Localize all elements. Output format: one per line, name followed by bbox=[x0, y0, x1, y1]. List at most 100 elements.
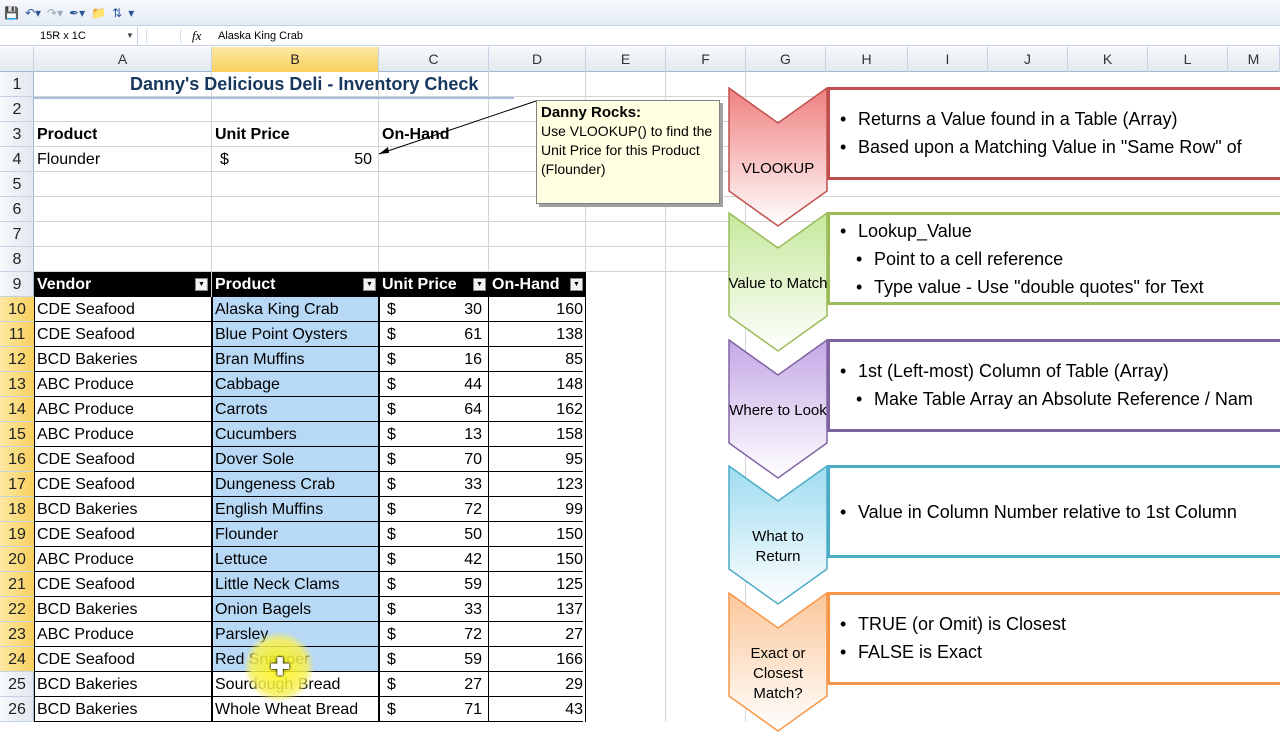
table-cell-vendor[interactable]: ABC Produce bbox=[34, 372, 211, 397]
table-cell-unit-price[interactable]: 59 bbox=[379, 572, 482, 597]
table-cell-vendor[interactable]: CDE Seafood bbox=[34, 647, 211, 672]
row-header-6[interactable]: 6 bbox=[0, 197, 34, 222]
table-cell-product[interactable]: Cabbage bbox=[212, 372, 378, 397]
table-cell-vendor[interactable]: CDE Seafood bbox=[34, 447, 211, 472]
table-cell-product[interactable]: Cucumbers bbox=[212, 422, 378, 447]
table-cell-product[interactable]: Flounder bbox=[212, 522, 378, 547]
table-cell-on-hand[interactable]: 85 bbox=[489, 347, 583, 372]
row-header-8[interactable]: 8 bbox=[0, 247, 34, 272]
row-header-18[interactable]: 18 bbox=[0, 497, 34, 522]
row-header-15[interactable]: 15 bbox=[0, 422, 34, 447]
table-cell-unit-price[interactable]: 50 bbox=[379, 522, 482, 547]
table-cell-vendor[interactable]: CDE Seafood bbox=[34, 522, 211, 547]
column-header-m[interactable]: M bbox=[1228, 47, 1280, 72]
table-cell-vendor[interactable]: ABC Produce bbox=[34, 622, 211, 647]
column-header-h[interactable]: H bbox=[826, 47, 908, 72]
table-cell-product[interactable]: Little Neck Clams bbox=[212, 572, 378, 597]
table-cell-unit-price[interactable]: 30 bbox=[379, 297, 482, 322]
row-header-20[interactable]: 20 bbox=[0, 547, 34, 572]
table-cell-vendor[interactable]: ABC Produce bbox=[34, 397, 211, 422]
table-cell-on-hand[interactable]: 95 bbox=[489, 447, 583, 472]
table-cell-unit-price[interactable]: 33 bbox=[379, 472, 482, 497]
row-header-23[interactable]: 23 bbox=[0, 622, 34, 647]
save-icon[interactable]: 💾 bbox=[4, 6, 19, 20]
table-cell-unit-price[interactable]: 72 bbox=[379, 497, 482, 522]
table-cell-on-hand[interactable]: 158 bbox=[489, 422, 583, 447]
open-folder-icon[interactable]: 📁 bbox=[91, 6, 106, 20]
row-header-16[interactable]: 16 bbox=[0, 447, 34, 472]
row-header-10[interactable]: 10 bbox=[0, 297, 34, 322]
row-header-14[interactable]: 14 bbox=[0, 397, 34, 422]
table-cell-on-hand[interactable]: 166 bbox=[489, 647, 583, 672]
table-cell-product[interactable]: English Muffins bbox=[212, 497, 378, 522]
table-cell-unit-price[interactable]: 27 bbox=[379, 672, 482, 697]
row-header-26[interactable]: 26 bbox=[0, 697, 34, 722]
table-cell-vendor[interactable]: CDE Seafood bbox=[34, 472, 211, 497]
format-painter-icon[interactable]: ✒▾ bbox=[69, 6, 85, 20]
formula-input[interactable]: Alaska King Crab bbox=[218, 27, 303, 45]
table-cell-on-hand[interactable]: 27 bbox=[489, 622, 583, 647]
sort-icon[interactable]: ⇅ bbox=[112, 6, 122, 20]
row-header-21[interactable]: 21 bbox=[0, 572, 34, 597]
redo-icon[interactable]: ↷▾ bbox=[47, 6, 63, 20]
undo-icon[interactable]: ↶▾ bbox=[25, 6, 41, 20]
column-header-g[interactable]: G bbox=[746, 47, 826, 72]
table-cell-vendor[interactable]: ABC Produce bbox=[34, 422, 211, 447]
filter-dropdown-icon[interactable]: ▼ bbox=[570, 278, 583, 291]
table-cell-unit-price[interactable]: 59 bbox=[379, 647, 482, 672]
header-unit-price-label[interactable]: Unit Price bbox=[215, 122, 290, 147]
row-header-2[interactable]: 2 bbox=[0, 97, 34, 122]
table-cell-on-hand[interactable]: 123 bbox=[489, 472, 583, 497]
table-header-product[interactable]: Product bbox=[212, 272, 379, 297]
table-cell-product[interactable]: Dungeness Crab bbox=[212, 472, 378, 497]
table-header-vendor[interactable]: Vendor bbox=[34, 272, 211, 297]
row-header-9[interactable]: 9 bbox=[0, 272, 34, 297]
row-header-4[interactable]: 4 bbox=[0, 147, 34, 172]
table-cell-product[interactable]: Blue Point Oysters bbox=[212, 322, 378, 347]
table-cell-unit-price[interactable]: 13 bbox=[379, 422, 482, 447]
table-cell-on-hand[interactable]: 43 bbox=[489, 697, 583, 722]
table-cell-unit-price[interactable]: 61 bbox=[379, 322, 482, 347]
table-cell-product[interactable]: Onion Bagels bbox=[212, 597, 378, 622]
lookup-product-cell[interactable]: Flounder bbox=[37, 147, 100, 172]
table-cell-unit-price[interactable]: 33 bbox=[379, 597, 482, 622]
row-header-5[interactable]: 5 bbox=[0, 172, 34, 197]
table-cell-unit-price[interactable]: 44 bbox=[379, 372, 482, 397]
table-cell-on-hand[interactable]: 148 bbox=[489, 372, 583, 397]
column-header-d[interactable]: D bbox=[489, 47, 586, 72]
table-cell-on-hand[interactable]: 125 bbox=[489, 572, 583, 597]
table-cell-vendor[interactable]: BCD Bakeries bbox=[34, 672, 211, 697]
column-header-f[interactable]: F bbox=[666, 47, 746, 72]
row-header-25[interactable]: 25 bbox=[0, 672, 34, 697]
column-header-a[interactable]: A bbox=[34, 47, 212, 72]
table-cell-unit-price[interactable]: 72 bbox=[379, 622, 482, 647]
table-cell-on-hand[interactable]: 150 bbox=[489, 547, 583, 572]
table-cell-on-hand[interactable]: 138 bbox=[489, 322, 583, 347]
name-box[interactable]: 15R x 1C bbox=[0, 27, 138, 45]
sheet-title[interactable]: Danny's Delicious Deli - Inventory Check bbox=[130, 72, 478, 97]
filter-dropdown-icon[interactable]: ▼ bbox=[473, 278, 486, 291]
column-header-j[interactable]: J bbox=[988, 47, 1068, 72]
table-cell-vendor[interactable]: CDE Seafood bbox=[34, 572, 211, 597]
table-cell-product[interactable]: Alaska King Crab bbox=[212, 297, 378, 322]
filter-dropdown-icon[interactable]: ▼ bbox=[195, 278, 208, 291]
table-cell-on-hand[interactable]: 150 bbox=[489, 522, 583, 547]
table-cell-on-hand[interactable]: 29 bbox=[489, 672, 583, 697]
table-cell-vendor[interactable]: BCD Bakeries bbox=[34, 597, 211, 622]
row-header-22[interactable]: 22 bbox=[0, 597, 34, 622]
table-cell-unit-price[interactable]: 16 bbox=[379, 347, 482, 372]
table-cell-unit-price[interactable]: 64 bbox=[379, 397, 482, 422]
row-header-12[interactable]: 12 bbox=[0, 347, 34, 372]
row-header-17[interactable]: 17 bbox=[0, 472, 34, 497]
table-cell-vendor[interactable]: CDE Seafood bbox=[34, 297, 211, 322]
row-header-13[interactable]: 13 bbox=[0, 372, 34, 397]
insert-function-icon[interactable]: fx bbox=[192, 27, 201, 45]
row-header-7[interactable]: 7 bbox=[0, 222, 34, 247]
column-header-i[interactable]: I bbox=[908, 47, 988, 72]
table-cell-vendor[interactable]: ABC Produce bbox=[34, 547, 211, 572]
column-header-l[interactable]: L bbox=[1148, 47, 1228, 72]
row-header-1[interactable]: 1 bbox=[0, 72, 34, 97]
table-cell-on-hand[interactable]: 99 bbox=[489, 497, 583, 522]
table-cell-on-hand[interactable]: 137 bbox=[489, 597, 583, 622]
comment-callout[interactable]: Danny Rocks: Use VLOOKUP() to find the U… bbox=[536, 100, 720, 204]
